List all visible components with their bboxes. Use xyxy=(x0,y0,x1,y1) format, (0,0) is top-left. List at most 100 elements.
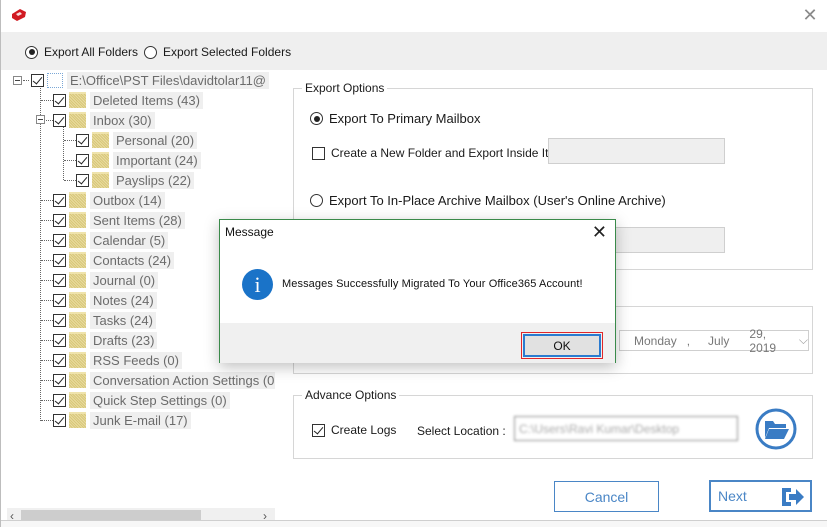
radio-selected-icon xyxy=(310,112,323,125)
tree-item-label: Inbox (30) xyxy=(90,111,155,129)
export-selected-folders-radio[interactable]: Export Selected Folders xyxy=(144,45,291,59)
tree-item-label: Calendar (5) xyxy=(90,231,169,249)
folder-icon xyxy=(92,132,109,148)
ok-focus-ring: OK xyxy=(521,332,603,359)
tree-item[interactable]: Junk E-mail (17) xyxy=(53,410,191,430)
cancel-label: Cancel xyxy=(584,488,629,505)
browse-folder-icon[interactable] xyxy=(755,408,797,450)
tree-connector xyxy=(41,400,53,401)
tree-checkbox[interactable] xyxy=(53,353,66,367)
tree-checkbox[interactable] xyxy=(76,153,89,167)
tree-item[interactable]: Calendar (5) xyxy=(53,230,169,250)
tree-item[interactable]: Inbox (30) xyxy=(53,110,155,130)
date-month: July xyxy=(708,333,730,348)
date-picker[interactable]: Monday , July 29, 2019 ⌵ xyxy=(619,327,809,355)
radio-label: Export All Folders xyxy=(44,45,139,59)
export-archive-mailbox-radio[interactable]: Export To In-Place Archive Mailbox (User… xyxy=(310,193,666,208)
ok-label: OK xyxy=(553,338,571,353)
tree-item[interactable]: Payslips (22) xyxy=(76,170,195,190)
folder-icon xyxy=(69,212,86,228)
tree-item[interactable]: Important (24) xyxy=(76,150,201,170)
radio-unselected-icon xyxy=(144,45,157,59)
tree-item[interactable]: Contacts (24) xyxy=(53,250,175,270)
message-dialog: Message ✕ i Messages Successfully Migrat… xyxy=(219,219,616,363)
tree-checkbox[interactable] xyxy=(53,93,66,107)
tree-checkbox[interactable] xyxy=(53,273,66,287)
tree-checkbox[interactable] xyxy=(53,293,66,307)
checkbox-label: Create Logs xyxy=(331,423,397,437)
tree-checkbox[interactable] xyxy=(53,233,66,247)
create-new-folder-checkbox[interactable]: Create a New Folder and Export Inside It… xyxy=(312,146,552,160)
tree-root-label: E:\Office\PST Files\davidtolar11@ xyxy=(67,71,270,89)
tree-item[interactable]: Quick Step Settings (0) xyxy=(53,390,230,410)
tree-checkbox[interactable] xyxy=(53,373,66,387)
window-close-button[interactable]: ✕ xyxy=(801,6,819,24)
tree-item[interactable]: Personal (20) xyxy=(76,130,198,150)
folder-icon xyxy=(69,392,86,408)
tree-item-label: Conversation Action Settings (0 xyxy=(90,371,275,389)
folder-icon xyxy=(69,412,86,428)
folder-icon xyxy=(69,292,86,308)
chevron-down-icon[interactable]: ⌵ xyxy=(799,333,808,348)
tree-item[interactable]: Outbox (14) xyxy=(53,190,165,210)
tree-checkbox[interactable] xyxy=(53,313,66,327)
ok-button[interactable]: OK xyxy=(523,334,601,357)
tree-item[interactable]: Conversation Action Settings (0 xyxy=(53,370,275,390)
tree-checkbox[interactable] xyxy=(53,113,66,127)
collapse-icon[interactable] xyxy=(36,115,45,124)
tree-item-label: Deleted Items (43) xyxy=(90,91,203,109)
tree-checkbox[interactable] xyxy=(31,73,44,87)
log-location-input[interactable]: C:\Users\Ravi Kumar\Desktop xyxy=(514,416,738,441)
tree-checkbox[interactable] xyxy=(53,253,66,267)
dialog-message: Messages Successfully Migrated To Your O… xyxy=(282,278,583,290)
tree-item[interactable]: Sent Items (28) xyxy=(53,210,185,230)
folder-icon xyxy=(69,192,86,208)
dialog-title: Message xyxy=(225,225,274,239)
tree-connector xyxy=(64,140,76,141)
folder-icon xyxy=(69,112,86,128)
tree-checkbox[interactable] xyxy=(76,173,89,187)
collapse-icon[interactable] xyxy=(13,75,22,85)
radio-label: Export To Primary Mailbox xyxy=(329,111,481,126)
export-primary-mailbox-radio[interactable]: Export To Primary Mailbox xyxy=(310,111,480,126)
next-button[interactable]: Next xyxy=(709,480,812,512)
tree-item[interactable]: Drafts (23) xyxy=(53,330,158,350)
tree-item[interactable]: Tasks (24) xyxy=(53,310,156,330)
folder-icon xyxy=(92,172,109,188)
tree-connector xyxy=(41,280,53,281)
folder-icon xyxy=(69,272,86,288)
tree-checkbox[interactable] xyxy=(53,213,66,227)
tree-checkbox[interactable] xyxy=(53,413,66,427)
cancel-button[interactable]: Cancel xyxy=(554,481,659,512)
advance-options-group: Advance Options Create Logs Select Locat… xyxy=(293,388,813,459)
tree-root[interactable]: E:\Office\PST Files\davidtolar11@ xyxy=(13,70,270,90)
tree-item-label: Outbox (14) xyxy=(90,191,165,209)
tree-checkbox[interactable] xyxy=(76,133,89,147)
tree-item-label: Sent Items (28) xyxy=(90,211,185,229)
tree-checkbox[interactable] xyxy=(53,393,66,407)
title-bar: ✕ xyxy=(1,0,827,32)
tree-item-label: Notes (24) xyxy=(90,291,157,309)
tree-checkbox[interactable] xyxy=(53,193,66,207)
folder-icon xyxy=(69,312,86,328)
select-location-label: Select Location : xyxy=(417,424,506,438)
radio-label: Export Selected Folders xyxy=(163,45,292,59)
tree-item[interactable]: Deleted Items (43) xyxy=(53,90,203,110)
tree-item-label: Important (24) xyxy=(113,151,201,169)
create-logs-checkbox[interactable]: Create Logs xyxy=(312,423,396,437)
dialog-close-button[interactable]: ✕ xyxy=(592,222,607,243)
tree-item[interactable]: RSS Feeds (0) xyxy=(53,350,182,370)
tree-item-label: Contacts (24) xyxy=(90,251,175,269)
new-folder-name-input[interactable] xyxy=(548,138,725,164)
tree-connector xyxy=(41,100,53,101)
tree-item-label: Drafts (23) xyxy=(90,331,158,349)
tree-connector xyxy=(63,126,64,180)
tree-checkbox[interactable] xyxy=(53,333,66,347)
export-all-folders-radio[interactable]: Export All Folders xyxy=(25,45,138,59)
tree-item[interactable]: Notes (24) xyxy=(53,290,157,310)
app-window: ✕ Export All Folders Export Selected Fol… xyxy=(0,0,827,527)
tree-connector xyxy=(41,200,53,201)
tree-item[interactable]: Journal (0) xyxy=(53,270,159,290)
date-separator: , xyxy=(686,333,691,348)
folder-icon xyxy=(92,152,109,168)
